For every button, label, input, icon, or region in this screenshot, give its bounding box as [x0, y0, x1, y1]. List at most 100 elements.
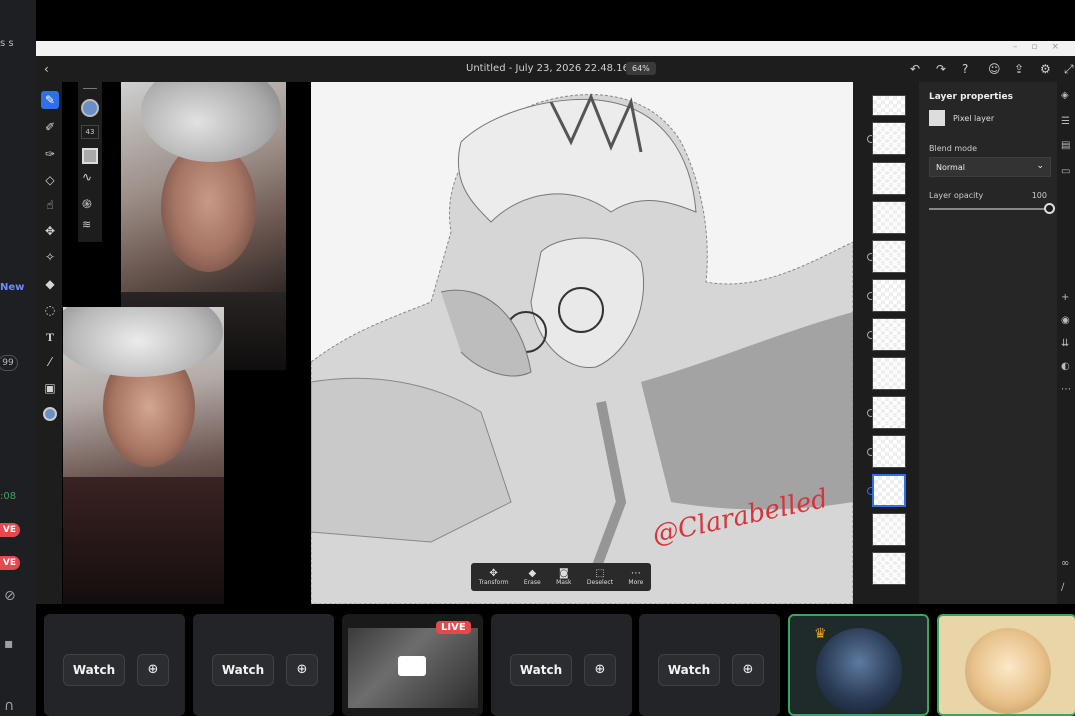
speaking-user-tile[interactable]: ♛ [788, 614, 929, 716]
speaking-user-tile[interactable] [937, 614, 1075, 716]
transform-label: Transform [478, 579, 509, 586]
layer-thumbnail[interactable] [872, 435, 906, 468]
popout-stream-icon[interactable]: ⊕ [584, 654, 616, 686]
layer-opacity-value: 100 [1031, 191, 1047, 200]
panel-icon[interactable]: ▤ [1061, 140, 1070, 151]
canvas-artwork [311, 93, 853, 604]
back-icon[interactable]: ‹ [44, 62, 49, 76]
layer-thumbnail[interactable] [872, 318, 906, 351]
avatar [965, 628, 1051, 714]
brush-tool-icon[interactable]: ✑ [41, 145, 59, 163]
popout-stream-icon[interactable]: ⊕ [286, 654, 318, 686]
zoom-level[interactable]: 64% [626, 62, 656, 75]
magic-wand-tool-icon[interactable]: ✧ [41, 248, 59, 266]
link-icon[interactable]: ∞ [1061, 558, 1069, 569]
more-button[interactable]: ⋯ More [628, 568, 643, 586]
screen-share-icon [398, 656, 426, 676]
layer-type-label: Pixel layer [953, 113, 995, 123]
layer-thumbnail[interactable] [872, 513, 906, 546]
sidebar-new-label[interactable]: New [0, 282, 24, 293]
document-title: Untitled - July 23, 2026 22.48.16* [466, 63, 634, 74]
layer-thumbnail[interactable] [872, 552, 906, 585]
smudge-tool-icon[interactable]: ☝ [41, 196, 59, 214]
layer-thumbnail[interactable] [872, 95, 906, 116]
eyedropper-tool-icon[interactable]: ⁄ [41, 353, 59, 371]
layer-thumbnail[interactable] [872, 240, 906, 273]
transform-tool-icon[interactable]: ✥ [41, 222, 59, 240]
lasso-tool-icon[interactable]: ◌ [41, 301, 59, 319]
eraser-icon: ◆ [528, 568, 537, 579]
more-options-icon[interactable]: ⋯ [1061, 384, 1071, 395]
pen-icon[interactable]: ∕ [1061, 582, 1064, 593]
window-controls[interactable]: –▫× [1013, 42, 1073, 52]
opacity-slider-handle[interactable] [1044, 203, 1055, 214]
help-icon[interactable]: ? [962, 62, 968, 76]
mute-icon[interactable]: ⊘ [4, 588, 16, 604]
account-icon[interactable]: ☺ [988, 62, 1001, 76]
eraser-tool-icon[interactable]: ◇ [41, 171, 59, 189]
chevron-down-icon: ⌄ [1036, 161, 1044, 171]
comment-icon[interactable]: ▭ [1061, 166, 1070, 177]
layer-thumbnail[interactable] [872, 357, 906, 390]
sidebar-fragment-text: s s [0, 38, 14, 49]
layer-thumbnail[interactable] [872, 396, 906, 429]
paint-brush-tool-icon[interactable]: ✎ [41, 91, 59, 109]
brush-texture-icon[interactable]: ≋ [82, 218, 91, 231]
redo-icon[interactable]: ↷ [936, 62, 946, 76]
brush-stabilizer-icon[interactable]: ֍ [82, 195, 92, 212]
share-icon[interactable]: ⇪ [1014, 62, 1024, 76]
fill-tool-icon[interactable]: ◆ [41, 275, 59, 293]
layer-thumbnail[interactable] [872, 279, 906, 312]
layer-properties-panel: Layer properties Pixel layer Blend mode … [919, 82, 1057, 604]
brush-opacity-swatch[interactable] [82, 148, 98, 164]
more-icon: ⋯ [630, 568, 641, 579]
stroke-smoothing-icon[interactable]: ∿ [82, 170, 92, 184]
layer-thumbnail[interactable] [872, 162, 906, 195]
watch-button[interactable]: Watch [63, 654, 125, 686]
headset-icon[interactable]: ∩ [4, 698, 14, 714]
deselect-icon: ⬚ [595, 568, 605, 579]
erase-label: Erase [523, 579, 541, 586]
layer-thumbnail-selected[interactable] [872, 474, 906, 507]
color-swatch[interactable] [41, 404, 59, 422]
panel-title: Layer properties [929, 92, 1013, 102]
watch-button[interactable]: Watch [658, 654, 720, 686]
watch-button[interactable]: Watch [510, 654, 572, 686]
mask-button[interactable]: ◙ Mask [556, 568, 571, 586]
popout-stream-icon[interactable]: ⊕ [732, 654, 764, 686]
layer-opacity-slider[interactable] [929, 203, 1055, 214]
crown-icon: ♛ [814, 626, 827, 642]
brush-color-swatch[interactable] [81, 99, 99, 117]
expand-icon[interactable]: ⤢ [1064, 62, 1074, 77]
drawing-canvas[interactable]: @Clarabelled [311, 82, 853, 604]
more-label: More [628, 579, 644, 586]
live-badge: LIVE [436, 621, 471, 634]
settings-icon[interactable]: ▪ [4, 636, 14, 652]
layer-type-thumbnail [929, 110, 945, 126]
merge-icon[interactable]: ⇊ [1061, 338, 1069, 349]
layers-panel-icon[interactable]: ◈ [1061, 90, 1069, 101]
reference-image-bottom[interactable] [63, 307, 224, 604]
erase-button[interactable]: ◆ Erase [524, 568, 541, 586]
layer-thumbnail[interactable] [872, 201, 906, 234]
undo-icon[interactable]: ↶ [910, 62, 920, 76]
pixel-brush-tool-icon[interactable]: ✐ [41, 118, 59, 136]
brush-size-value[interactable]: 43 [81, 125, 99, 139]
sidebar-timer: :08 [0, 491, 17, 502]
adjustments-icon[interactable]: ☰ [1061, 116, 1070, 127]
transform-button[interactable]: ✥ Transform [479, 568, 509, 586]
blend-mode-select[interactable]: Normal ⌄ [929, 157, 1051, 177]
gear-icon[interactable]: ⚙ [1040, 62, 1051, 76]
popout-stream-icon[interactable]: ⊕ [137, 654, 169, 686]
deselect-button[interactable]: ⬚ Deselect [587, 568, 613, 586]
watch-button[interactable]: Watch [212, 654, 274, 686]
reference-hair [141, 82, 281, 162]
mask-layer-icon[interactable]: ◐ [1061, 361, 1070, 372]
app-topbar: ‹ Untitled - July 23, 2026 22.48.16* 64%… [36, 56, 1075, 82]
text-tool-icon[interactable]: T [41, 328, 59, 346]
visibility-icon[interactable]: ◉ [1061, 315, 1070, 326]
image-tool-icon[interactable]: ▣ [41, 379, 59, 397]
add-layer-icon[interactable]: + [1061, 292, 1069, 303]
layer-opacity-label: Layer opacity [929, 191, 984, 200]
layer-thumbnail[interactable] [872, 122, 906, 155]
